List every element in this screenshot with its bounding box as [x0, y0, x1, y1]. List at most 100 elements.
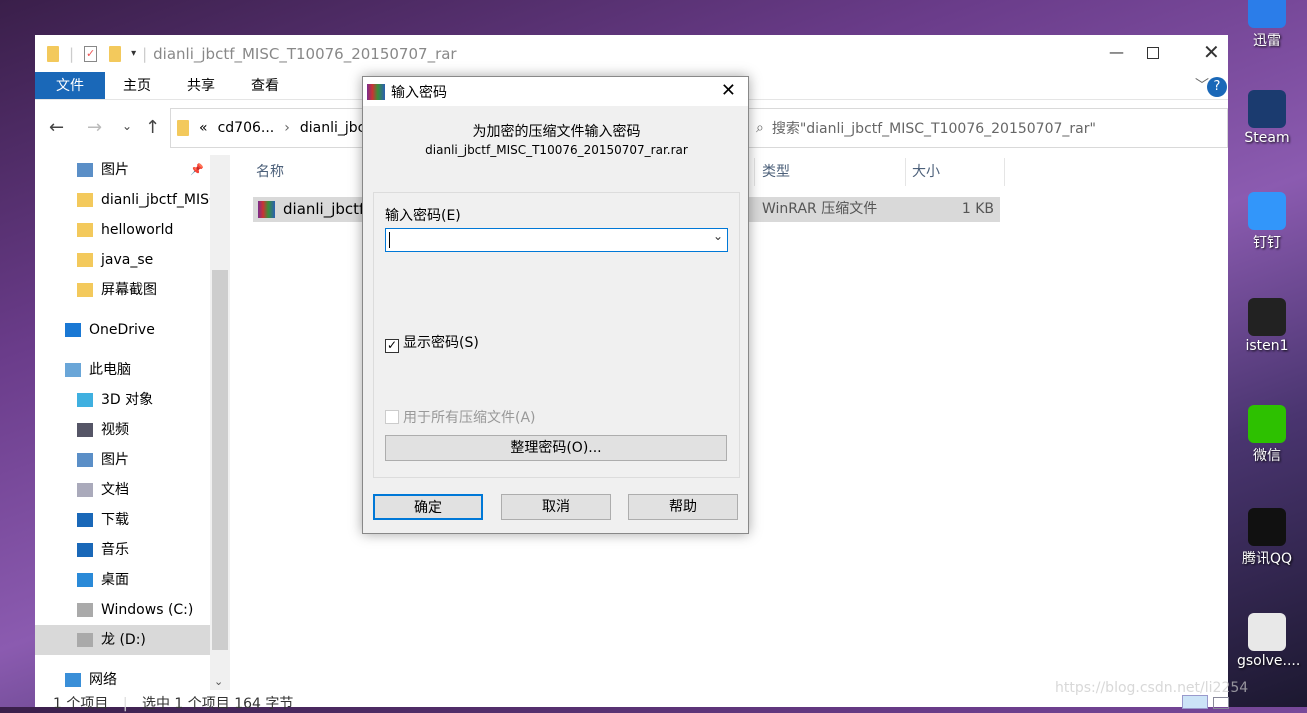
nav-item[interactable]: 3D 对象: [35, 385, 210, 415]
nav-item[interactable]: dianli_jbctf_MISC: [35, 185, 210, 215]
tab-file[interactable]: 文件: [35, 72, 105, 99]
large-icons-view-button[interactable]: [1213, 697, 1229, 709]
selection-info: 选中 1 个项目 164 字节: [141, 696, 294, 712]
app-icon: [1248, 192, 1286, 230]
download-icon: [77, 513, 93, 527]
music-icon: [77, 543, 93, 557]
nav-item-label: 龙 (D:): [101, 632, 146, 648]
nav-item[interactable]: 图片 📌: [35, 155, 210, 185]
nav-item[interactable]: OneDrive: [35, 315, 210, 345]
cancel-button[interactable]: 取消: [501, 494, 611, 520]
computer-icon: [65, 363, 81, 377]
dialog-title: 输入密码: [391, 84, 447, 101]
forward-button[interactable]: →: [87, 117, 102, 138]
nav-item[interactable]: 图片: [35, 445, 210, 475]
tab-home[interactable]: 主页: [105, 72, 169, 99]
desktop-shortcut-label: 微信: [1253, 448, 1281, 464]
desktop-shortcut[interactable]: isten1: [1237, 298, 1297, 354]
new-folder-icon[interactable]: [109, 45, 122, 62]
status-bar: 1 个项目 | 选中 1 个项目 164 字节: [53, 696, 294, 712]
breadcrumb-item[interactable]: cd706...: [218, 120, 275, 136]
navigation-pane: 图片 📌 dianli_jbctf_MISC helloworld java_se 屏幕截…: [35, 155, 210, 690]
nav-item[interactable]: 屏幕截图: [35, 275, 210, 305]
password-dialog: 输入密码 ✕ 为加密的压缩文件输入密码 dianli_jbctf_MISC_T1…: [362, 76, 749, 534]
close-button[interactable]: ✕: [1203, 40, 1220, 64]
nav-item-label: 网络: [89, 672, 117, 688]
desktop-shortcut[interactable]: 微信: [1237, 405, 1297, 465]
column-header-type[interactable]: 类型: [756, 158, 906, 186]
app-icon: [1248, 613, 1286, 651]
desktop-shortcut-label: 钉钉: [1253, 235, 1281, 251]
nav-item-label: OneDrive: [89, 322, 155, 338]
help-icon[interactable]: ?: [1207, 77, 1227, 97]
nav-item-label: 下载: [101, 512, 129, 528]
app-icon: [1248, 298, 1286, 336]
nav-item[interactable]: 桌面: [35, 565, 210, 595]
nav-item[interactable]: 文档: [35, 475, 210, 505]
cloud-icon: [65, 323, 81, 337]
quick-access-dropdown[interactable]: ▾: [131, 48, 136, 59]
nav-item[interactable]: 网络: [35, 665, 210, 695]
nav-item-label: dianli_jbctf_MISC: [101, 192, 210, 208]
nav-item[interactable]: 龙 (D:): [35, 625, 210, 655]
desktop-shortcut[interactable]: 迅雷: [1237, 0, 1297, 50]
back-button[interactable]: ←: [49, 117, 64, 138]
use-all-archives-checkbox[interactable]: 用于所有压缩文件(A): [385, 407, 536, 427]
up-button[interactable]: ↑: [145, 117, 160, 138]
pin-icon[interactable]: 📌: [190, 155, 204, 185]
document-icon: [77, 483, 93, 497]
desktop-shortcut[interactable]: Steam: [1237, 90, 1297, 146]
window-title: dianli_jbctf_MISC_T10076_20150707_rar: [153, 44, 457, 63]
winrar-icon: [367, 83, 385, 100]
video-icon: [77, 423, 93, 437]
title-bar: | ✓ ▾ | dianli_jbctf_MISC_T10076_2015070…: [35, 35, 1228, 72]
nav-item[interactable]: 音乐: [35, 535, 210, 565]
minimize-button[interactable]: —: [1109, 43, 1124, 61]
maximize-button[interactable]: [1147, 47, 1159, 59]
password-label: 输入密码(E): [385, 208, 461, 224]
folder-icon: [77, 193, 93, 207]
app-icon: [1248, 405, 1286, 443]
organize-passwords-button[interactable]: 整理密码(O)...: [385, 435, 727, 461]
nav-item-label: 视频: [101, 422, 129, 438]
tab-share[interactable]: 共享: [169, 72, 233, 99]
dialog-close-button[interactable]: ✕: [721, 80, 736, 101]
help-button[interactable]: 帮助: [628, 494, 738, 520]
dialog-heading: 为加密的压缩文件输入密码: [472, 124, 641, 140]
nav-item[interactable]: java_se: [35, 245, 210, 275]
tab-view[interactable]: 查看: [233, 72, 297, 99]
cube-icon: [77, 393, 93, 407]
rar-file-icon: [258, 201, 275, 218]
ok-button[interactable]: 确定: [373, 494, 483, 520]
desktop-shortcut[interactable]: gsolve....: [1237, 613, 1301, 669]
nav-item[interactable]: 此电脑: [35, 355, 210, 385]
file-size: 1 KB: [961, 201, 994, 217]
nav-item-label: java_se: [101, 252, 154, 268]
nav-item[interactable]: 下载: [35, 505, 210, 535]
nav-item[interactable]: Windows (C:): [35, 595, 210, 625]
show-password-checkbox[interactable]: ✓ 显示密码(S): [385, 332, 479, 353]
watermark: https://blog.csdn.net/li2254: [1055, 680, 1249, 696]
item-count: 1 个项目: [53, 696, 109, 712]
use-all-label: 用于所有压缩文件(A): [403, 410, 536, 426]
chevron-down-icon[interactable]: ⌄: [713, 229, 723, 243]
folder-icon: [177, 120, 189, 136]
password-input[interactable]: ⌄: [385, 228, 728, 252]
nav-item-label: 图片: [101, 452, 129, 468]
column-header-size[interactable]: 大小: [906, 158, 1005, 186]
app-icon: [1248, 0, 1286, 28]
address-overflow[interactable]: «: [199, 120, 208, 136]
network-icon: [65, 673, 81, 687]
desktop-shortcut[interactable]: 腾讯QQ: [1237, 508, 1297, 568]
properties-icon[interactable]: ✓: [84, 45, 98, 62]
nav-item[interactable]: 视频: [35, 415, 210, 445]
recent-dropdown[interactable]: ⌄: [122, 119, 132, 133]
nav-item[interactable]: helloworld: [35, 215, 210, 245]
desktop-shortcut-label: gsolve....: [1237, 653, 1301, 669]
search-icon: ⌕: [756, 120, 764, 136]
desktop-shortcut[interactable]: 钉钉: [1237, 192, 1297, 252]
nav-item-label: 桌面: [101, 572, 129, 588]
archive-filename: dianli_jbctf_MISC_T10076_20150707_rar.ra…: [425, 143, 688, 157]
search-input[interactable]: ⌕ 搜索"dianli_jbctf_MISC_T10076_20150707_r…: [750, 109, 1227, 147]
nav-scrollbar[interactable]: ⌄: [210, 155, 230, 690]
